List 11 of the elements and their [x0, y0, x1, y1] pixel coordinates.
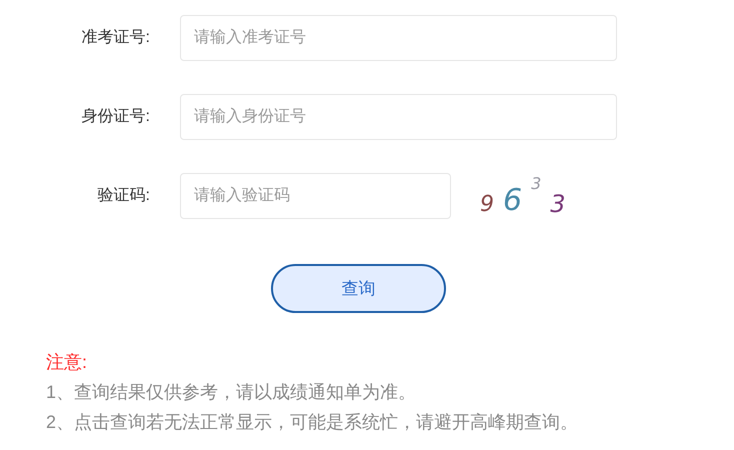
notice-text: 1、查询结果仅供参考，请以成绩通知单为准。: [46, 381, 418, 404]
input-field[interactable]: 请输入准考证号: [180, 15, 617, 61]
notice-title: 注意:: [46, 351, 88, 374]
field-label: 身份证号:: [80, 107, 150, 127]
field-label: 准考证号:: [80, 28, 150, 48]
captcha-input[interactable]: 请输入验证码: [180, 173, 451, 219]
input-field[interactable]: 请输入身份证号: [180, 94, 617, 140]
notice-text: 2、点击查询若无法正常显示，可能是系统忙，请避开高峰期查询。: [46, 411, 580, 434]
captcha-image[interactable]: 9 6 3 3: [480, 176, 566, 216]
field-label: 验证码:: [96, 186, 150, 206]
query-button[interactable]: 查询: [271, 264, 446, 313]
